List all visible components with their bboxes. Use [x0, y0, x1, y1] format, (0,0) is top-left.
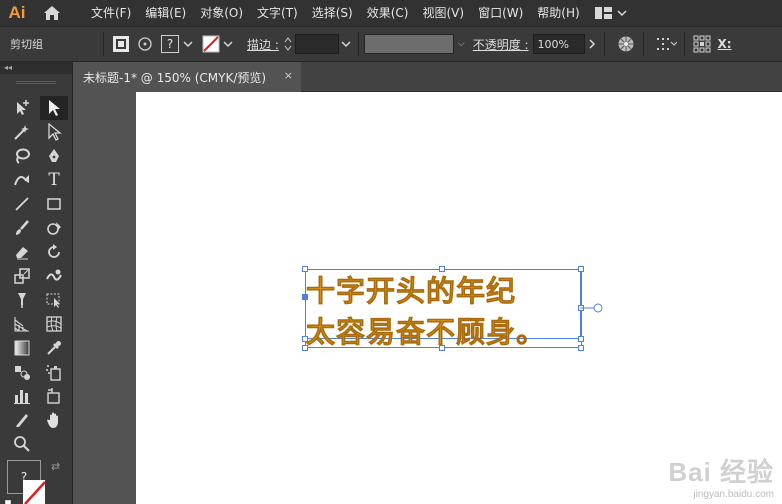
zoom-tool-icon[interactable] [8, 432, 36, 456]
puppet-warp-icon[interactable] [8, 288, 36, 312]
gradient-tool-icon[interactable] [8, 336, 36, 360]
pencil-icon[interactable] [8, 408, 36, 432]
menu-view[interactable]: 视图(V) [415, 0, 471, 26]
swap-fill-stroke-icon[interactable]: ⇄ [51, 460, 60, 473]
watermark: Bai 经验 jingyan.baidu.com [668, 452, 774, 500]
stroke-stepper-icon[interactable] [283, 35, 293, 53]
workspace-switcher[interactable] [594, 6, 627, 20]
target-icon[interactable] [135, 34, 155, 54]
menu-edit[interactable]: 编辑(E) [138, 0, 193, 26]
app-logo: Ai [8, 3, 26, 22]
direct-selection-icon[interactable] [40, 120, 68, 144]
stroke-none-icon[interactable] [23, 476, 65, 504]
align-options-icon[interactable] [656, 34, 677, 54]
menu-type[interactable]: 文字(T) [250, 0, 305, 26]
curvature-tool-icon[interactable] [8, 168, 36, 192]
recolor-artwork-icon[interactable] [616, 34, 636, 54]
close-icon[interactable]: × [284, 69, 293, 82]
selection-tool-icon[interactable] [40, 96, 68, 120]
stroke-label: 描边 : [247, 37, 279, 52]
menu-items: 文件(F) 编辑(E) 对象(O) 文字(T) 选择(S) 效果(C) 视图(V… [84, 0, 587, 26]
fill-swatch[interactable]: ? [159, 34, 181, 54]
column-graph-icon[interactable] [8, 384, 36, 408]
mesh-tool-icon[interactable] [40, 312, 68, 336]
workspace-layout-icon [594, 7, 612, 19]
divider [603, 32, 605, 56]
pen-tool-icon[interactable] [40, 144, 68, 168]
type-tool-icon[interactable]: T [40, 168, 68, 192]
divider [357, 32, 359, 56]
watermark-logo: Bai 经验 [668, 457, 774, 487]
warp-tool-icon[interactable] [40, 264, 68, 288]
divider [103, 32, 104, 56]
free-transform-icon[interactable] [40, 288, 68, 312]
selection-handle-br[interactable] [578, 345, 584, 351]
menu-effect[interactable]: 效果(C) [360, 0, 416, 26]
panel-grip[interactable] [0, 74, 72, 90]
magic-wand-icon[interactable] [8, 120, 36, 144]
stroke-none-swatch[interactable] [201, 34, 221, 54]
tools-panel: ◂◂ T ? ⇄ [0, 62, 73, 504]
reference-point-icon[interactable] [692, 34, 712, 54]
line-tool-icon[interactable] [8, 192, 36, 216]
hand-tool-icon[interactable] [40, 408, 68, 432]
home-icon[interactable] [34, 0, 70, 26]
menu-window[interactable]: 窗口(W) [471, 0, 530, 26]
document-tab[interactable]: 未标题-1* @ 150% (CMYK/预览) × [73, 62, 301, 92]
chevron-down-icon[interactable] [223, 40, 233, 48]
eyedropper-icon[interactable] [40, 336, 68, 360]
selection-handle-inner-br[interactable] [578, 336, 584, 342]
slice-tool-icon[interactable] [40, 384, 68, 408]
blend-tool-icon[interactable] [8, 360, 36, 384]
chevron-down-icon[interactable]: ⌵ [458, 39, 465, 49]
paintbrush-icon[interactable] [8, 216, 36, 240]
canvas-text-line-1[interactable]: 十字开头的年纪 [306, 268, 516, 310]
chevron-right-icon[interactable] [585, 37, 599, 51]
rotate-tool-icon[interactable] [40, 240, 68, 264]
menu-object[interactable]: 对象(O) [193, 0, 250, 26]
canvas-text-line-2[interactable]: 太容易奋不顾身。 [306, 309, 546, 351]
fill-unknown: ? [161, 35, 179, 53]
illustrator-window: Ai 文件(F) 编辑(E) 对象(O) 文字(T) 选择(S) 效果(C) 视… [0, 0, 782, 504]
panel-collapse-icon[interactable]: ◂◂ [0, 62, 72, 74]
chevron-down-icon[interactable] [183, 40, 193, 48]
opacity-field[interactable]: 100% [532, 34, 585, 54]
selection-handle-tr[interactable] [578, 266, 584, 272]
x-label: X: [717, 37, 732, 51]
selection-type-label: 剪切组 [10, 38, 43, 51]
scale-tool-icon[interactable] [8, 264, 36, 288]
default-colors-icon[interactable] [5, 500, 11, 504]
control-bar: 剪切组 ? 描边 : ⌵ 不透明度 : 100% X: [0, 26, 782, 62]
menu-help[interactable]: 帮助(H) [530, 0, 586, 26]
stroke-weight-field[interactable] [294, 34, 339, 54]
shaper-tool-icon[interactable] [40, 216, 68, 240]
document-tab-bar: 未标题-1* @ 150% (CMYK/预览) × [73, 62, 782, 92]
divider [642, 32, 644, 56]
variable-width-profile[interactable] [363, 34, 454, 54]
lasso-icon[interactable] [8, 144, 36, 168]
menu-bar: Ai 文件(F) 编辑(E) 对象(O) 文字(T) 选择(S) 效果(C) 视… [0, 0, 782, 26]
fill-stroke-widget[interactable]: ? ⇄ [5, 460, 65, 504]
chevron-down-icon[interactable] [339, 40, 353, 48]
chevron-down-icon [617, 10, 627, 17]
tool-grid: T [8, 96, 68, 456]
artboard-tool-icon[interactable] [8, 96, 36, 120]
menu-select[interactable]: 选择(S) [305, 0, 360, 26]
menu-file[interactable]: 文件(F) [84, 0, 138, 26]
symbol-sprayer-icon[interactable] [40, 360, 68, 384]
divider [683, 32, 685, 56]
document-tab-title: 未标题-1* @ 150% (CMYK/预览) [83, 70, 267, 85]
type-threading-port-icon[interactable] [580, 302, 604, 314]
rectangle-tool-icon[interactable] [40, 192, 68, 216]
eraser-icon[interactable] [8, 240, 36, 264]
opacity-label: 不透明度 : [472, 37, 529, 52]
align-to-selection-icon[interactable] [111, 34, 131, 54]
perspective-grid-icon[interactable] [8, 312, 36, 336]
watermark-url: jingyan.baidu.com [693, 489, 774, 500]
